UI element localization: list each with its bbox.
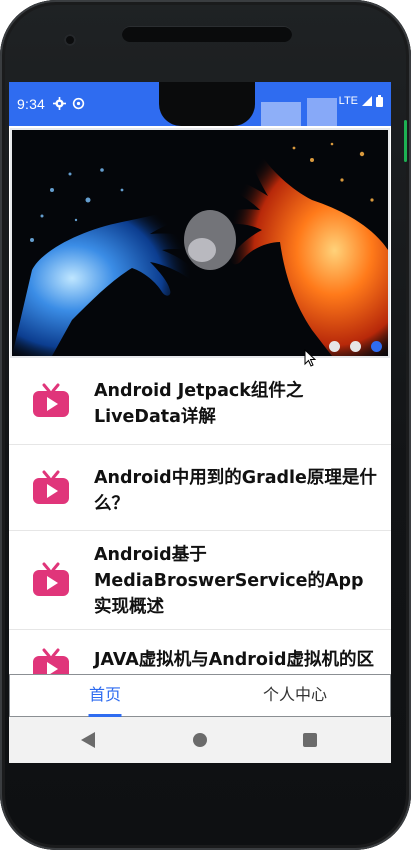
list-item[interactable]: Android Jetpack组件之LiveData详解 [9, 358, 391, 445]
carousel-indicator [329, 341, 382, 352]
gear-icon [53, 97, 66, 110]
article-title: Android Jetpack组件之LiveData详解 [94, 381, 304, 427]
status-time: 9:34 [17, 96, 46, 112]
system-nav-bar [9, 717, 391, 763]
banner-carousel[interactable] [10, 128, 390, 358]
battery-icon [376, 95, 383, 107]
list-item[interactable]: Android中用到的Gradle原理是什么？ [9, 445, 391, 531]
tv-icon [33, 648, 69, 674]
carousel-dot[interactable] [329, 341, 340, 352]
recents-icon[interactable] [303, 733, 317, 747]
mouse-cursor-icon [304, 349, 317, 367]
home-icon[interactable] [193, 733, 207, 747]
carousel-dot[interactable] [350, 341, 361, 352]
list-item[interactable]: JAVA虚拟机与Android虚拟机的区 [9, 630, 391, 674]
bottom-tab-bar: 首页 个人中心 [9, 674, 391, 717]
background-decor [261, 98, 337, 126]
tab-home[interactable]: 首页 [10, 675, 200, 716]
tv-icon [33, 383, 69, 417]
camera-notch [159, 82, 255, 126]
side-button [404, 120, 407, 162]
banner-image [12, 130, 388, 356]
list-item[interactable]: Android基于MediaBroswerService的App实现概述 [9, 531, 391, 630]
network-type: LTE [338, 95, 358, 107]
front-camera [64, 34, 76, 46]
vpn-icon [72, 97, 85, 110]
screen: 9:34 LTE Android Jetpack组件之LiveData详解 An… [9, 82, 391, 763]
status-network: LTE [339, 95, 383, 107]
tab-profile[interactable]: 个人中心 [200, 675, 390, 716]
article-title: Android基于MediaBroswerService的App实现概述 [94, 545, 364, 617]
status-bar: 9:34 LTE [9, 82, 391, 126]
carousel-dot-active[interactable] [371, 341, 382, 352]
tv-icon [33, 562, 69, 596]
back-icon[interactable] [81, 732, 95, 748]
article-title: JAVA虚拟机与Android虚拟机的区 [94, 650, 374, 670]
tv-icon [33, 470, 69, 504]
earpiece-speaker [122, 26, 292, 42]
signal-icon [362, 96, 372, 106]
device-frame: 9:34 LTE Android Jetpack组件之LiveData详解 An… [0, 0, 411, 850]
article-title: Android中用到的Gradle原理是什么？ [94, 468, 377, 514]
article-list[interactable]: Android Jetpack组件之LiveData详解 Android中用到的… [9, 358, 391, 674]
